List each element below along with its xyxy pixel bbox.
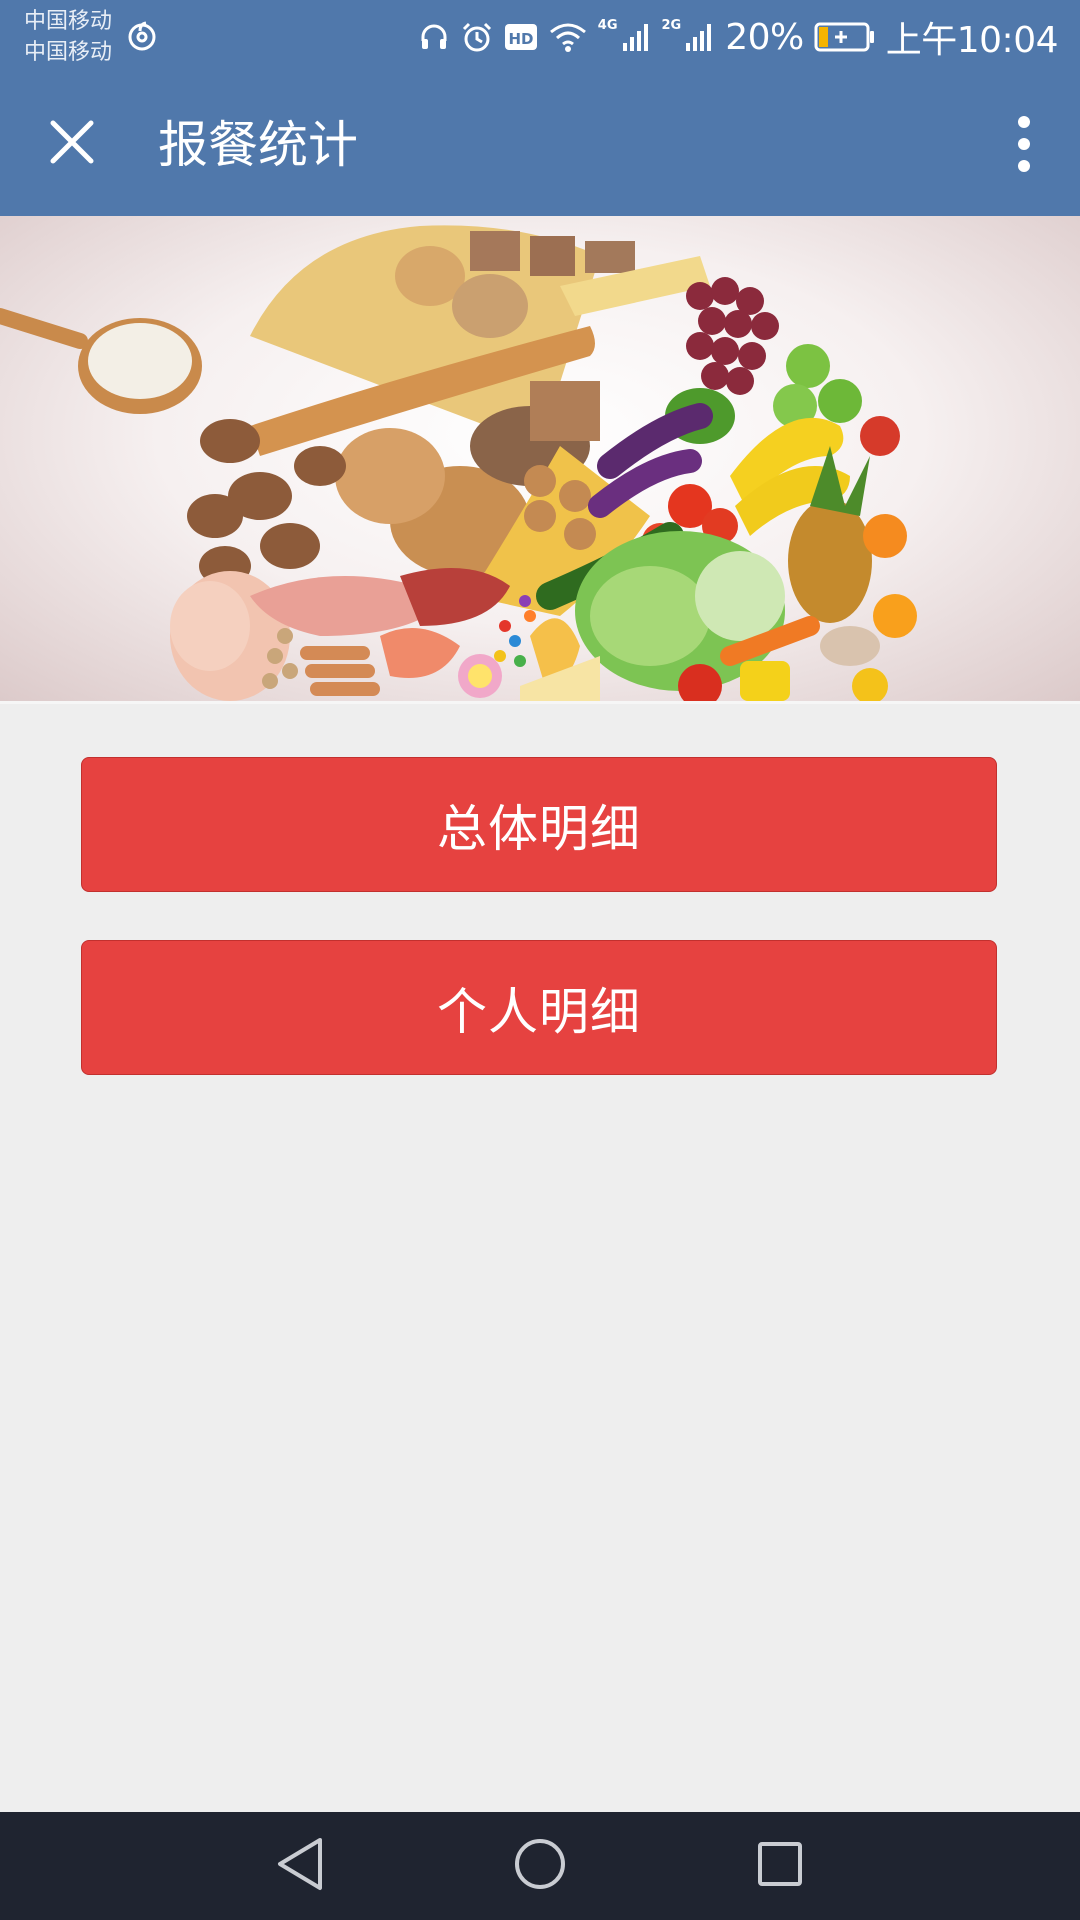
hd-icon: HD	[504, 22, 538, 52]
battery-charging-icon	[814, 21, 876, 53]
system-nav-bar	[0, 1812, 1080, 1920]
home-icon	[513, 1837, 567, 1895]
svg-text:HD: HD	[508, 30, 533, 48]
carrier-info: 中国移动 中国移动	[24, 6, 112, 68]
more-vertical-icon	[1016, 114, 1032, 178]
signal-icon	[685, 21, 715, 53]
back-button[interactable]	[264, 1830, 336, 1902]
close-button[interactable]	[36, 108, 108, 180]
close-icon	[48, 118, 96, 170]
spoon-rice	[0, 308, 202, 414]
food-assortment-banner	[0, 216, 1080, 704]
fruits-vegetables	[536, 277, 917, 701]
netease-music-icon	[124, 18, 160, 54]
back-icon	[274, 1836, 326, 1896]
signal-icon	[622, 21, 652, 53]
network-type-2: 2G	[661, 17, 682, 33]
recent-apps-icon	[756, 1840, 804, 1892]
headset-icon	[418, 21, 450, 53]
home-button[interactable]	[504, 1830, 576, 1902]
app-header: 报餐统计	[0, 74, 1080, 216]
status-icons: HD 4G 2G 20% 上午10:04	[418, 0, 1059, 74]
more-menu-button[interactable]	[1000, 110, 1048, 182]
carrier-1: 中国移动	[24, 9, 113, 34]
alarm-icon	[460, 20, 494, 54]
carrier-2: 中国移动	[24, 40, 113, 65]
page-title: 报餐统计	[158, 116, 358, 174]
network-type-1: 4G	[597, 17, 618, 33]
personal-details-button[interactable]: 个人明细	[81, 940, 997, 1075]
overall-details-button[interactable]: 总体明细	[81, 757, 997, 892]
status-bar: 中国移动 中国移动 HD 4G 2G 20% 上午10:04	[0, 0, 1080, 74]
wifi-icon	[548, 21, 588, 53]
battery-percent: 20%	[725, 16, 804, 58]
recent-apps-button[interactable]	[744, 1830, 816, 1902]
clock: 上午10:04	[885, 20, 1059, 61]
